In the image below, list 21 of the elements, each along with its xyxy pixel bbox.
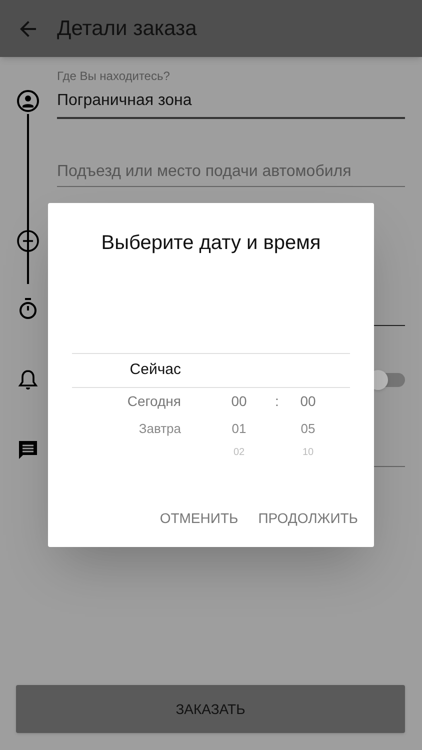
hour-option: 00: [206, 390, 272, 412]
dialog-title: Выберите дату и время: [100, 231, 322, 256]
minute-option: 10: [282, 444, 334, 460]
screen-title: Детали заказа: [57, 16, 197, 42]
minute-option: 05: [282, 418, 334, 438]
time-separator: :: [274, 392, 280, 410]
hour-option: 01: [206, 418, 272, 438]
day-option: Сейчас: [72, 359, 181, 382]
dialog-button[interactable]: ОТМЕНИТЬ: [160, 506, 238, 531]
order-button[interactable]: ЗАКАЗАТЬ: [16, 685, 405, 733]
day-option: Завтра: [72, 418, 181, 438]
entrance-field[interactable]: Подъезд или место подачи автомобиля: [57, 157, 405, 187]
person-icon: [16, 89, 40, 113]
address-field[interactable]: Пограничная зона: [57, 89, 405, 119]
day-option: Сегодня: [72, 390, 181, 412]
hour-option: 02: [206, 444, 272, 460]
chat-icon: [16, 438, 40, 462]
minute-option: 00: [282, 390, 334, 412]
dialog-button[interactable]: ПРОДОЛЖИТЬ: [258, 506, 358, 531]
field-label: Где Вы находитесь?: [57, 68, 170, 85]
bell-icon: [16, 368, 40, 392]
